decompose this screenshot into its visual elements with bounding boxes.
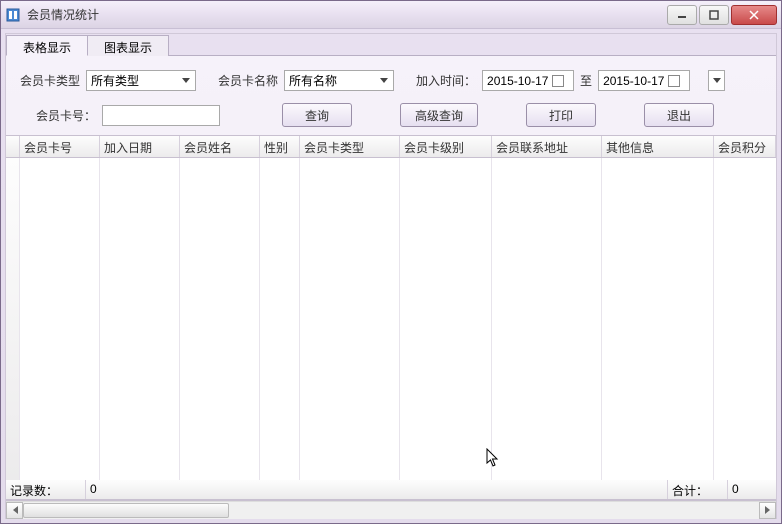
- filter-panel: 会员卡类型 所有类型 会员卡名称 所有名称 加入时间： 2015-10-17: [6, 56, 776, 135]
- grid-header: 会员卡号 加入日期 会员姓名 性别 会员卡类型 会员卡级别 会员联系地址 其他信…: [6, 136, 776, 158]
- col-card-level[interactable]: 会员卡级别: [400, 136, 492, 157]
- date-options-button[interactable]: [708, 70, 725, 91]
- row-selector-header[interactable]: [6, 136, 20, 157]
- window-controls: [665, 5, 777, 25]
- card-name-label: 会员卡名称: [218, 72, 278, 89]
- card-type-value: 所有类型: [91, 72, 179, 89]
- join-time-label: 加入时间：: [416, 72, 476, 89]
- app-window: 会员情况统计 表格显示 图表显示 会员卡类型 所有类型 会员卡名称: [0, 0, 782, 524]
- col-gender[interactable]: 性别: [260, 136, 300, 157]
- window-title: 会员情况统计: [27, 6, 665, 23]
- date-to-picker[interactable]: 2015-10-17: [598, 70, 690, 91]
- client-area: 表格显示 图表显示 会员卡类型 所有类型 会员卡名称 所有名称: [5, 33, 777, 519]
- exit-button[interactable]: 退出: [644, 103, 714, 127]
- app-icon: [5, 7, 21, 23]
- minimize-button[interactable]: [667, 5, 697, 25]
- col-card-no[interactable]: 会员卡号: [20, 136, 100, 157]
- chevron-down-icon: [179, 74, 193, 88]
- card-name-combo[interactable]: 所有名称: [284, 70, 394, 91]
- card-no-label: 会员卡号：: [36, 107, 96, 124]
- scroll-left-button[interactable]: [6, 502, 23, 519]
- maximize-button[interactable]: [699, 5, 729, 25]
- col-points[interactable]: 会员积分: [714, 136, 776, 157]
- chevron-down-icon: [377, 74, 391, 88]
- titlebar: 会员情况统计: [1, 1, 781, 29]
- sum-value: 0: [728, 480, 776, 499]
- to-label: 至: [580, 72, 592, 89]
- scroll-right-button[interactable]: [759, 502, 776, 519]
- card-type-combo[interactable]: 所有类型: [86, 70, 196, 91]
- scroll-thumb[interactable]: [23, 503, 229, 518]
- tab-bar: 表格显示 图表显示: [6, 34, 776, 56]
- col-address[interactable]: 会员联系地址: [492, 136, 602, 157]
- date-from-checkbox[interactable]: [552, 75, 564, 87]
- tab-chart[interactable]: 图表显示: [87, 35, 169, 56]
- tab-table[interactable]: 表格显示: [6, 35, 88, 56]
- date-from-value: 2015-10-17: [487, 74, 548, 88]
- card-type-label: 会员卡类型: [20, 72, 80, 89]
- scroll-track[interactable]: [23, 502, 759, 519]
- col-other[interactable]: 其他信息: [602, 136, 714, 157]
- card-name-value: 所有名称: [289, 72, 377, 89]
- print-button[interactable]: 打印: [526, 103, 596, 127]
- close-button[interactable]: [731, 5, 777, 25]
- col-card-type[interactable]: 会员卡类型: [300, 136, 400, 157]
- record-count-value: 0: [86, 480, 668, 499]
- sum-label: 合计：: [668, 480, 728, 499]
- record-count-label: 记录数：: [6, 480, 86, 499]
- advanced-query-button[interactable]: 高级查询: [400, 103, 478, 127]
- date-to-checkbox[interactable]: [668, 75, 680, 87]
- date-from-picker[interactable]: 2015-10-17: [482, 70, 574, 91]
- grid-footer: 记录数： 0 合计： 0: [6, 480, 776, 500]
- card-no-input[interactable]: [102, 105, 220, 126]
- date-to-value: 2015-10-17: [603, 74, 664, 88]
- grid-body[interactable]: [6, 158, 776, 480]
- col-member-name[interactable]: 会员姓名: [180, 136, 260, 157]
- col-join-date[interactable]: 加入日期: [100, 136, 180, 157]
- query-button[interactable]: 查询: [282, 103, 352, 127]
- horizontal-scrollbar[interactable]: [6, 501, 776, 518]
- data-grid: 会员卡号 加入日期 会员姓名 性别 会员卡类型 会员卡级别 会员联系地址 其他信…: [6, 135, 776, 501]
- tab-content: 会员卡类型 所有类型 会员卡名称 所有名称 加入时间： 2015-10-17: [6, 56, 776, 518]
